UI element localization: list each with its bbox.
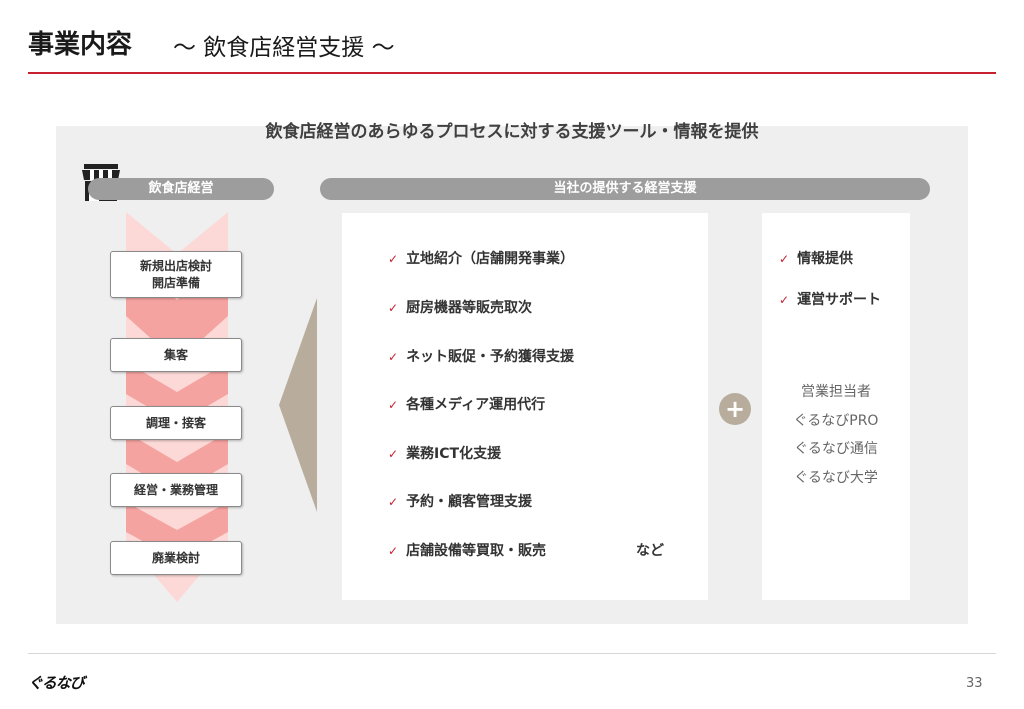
panel-heading: 飲食店経営のあらゆるプロセスに対する支援ツール・情報を提供 (265, 122, 759, 142)
source-gnavi-daigaku: ぐるなび大学 (794, 469, 878, 486)
step-cooking-service: 調理・接客 (110, 406, 242, 440)
service-item: ✓ ネット販促・予約獲得支援 (388, 349, 575, 365)
service-item: ✓ 立地紹介（店舗開発事業） (388, 251, 575, 267)
check-icon: ✓ (388, 350, 399, 364)
check-icon: ✓ (388, 544, 399, 558)
side-item-support: ✓ 運営サポート (779, 292, 882, 308)
info-sources: 営業担当者 ぐるなびPRO ぐるなび通信 ぐるなび大学 (762, 378, 910, 492)
side-item-info: ✓ 情報提供 (779, 251, 854, 267)
source-gnavi-tsushin: ぐるなび通信 (794, 441, 878, 457)
source-gnavi-pro: ぐるなびPRO (793, 412, 879, 429)
page-number: 33 (966, 676, 983, 691)
company-support-label: 当社の提供する経営支援 (320, 178, 930, 200)
step-business-management: 経営・業務管理 (110, 473, 242, 507)
title-divider (28, 72, 996, 74)
step-new-store: 新規出店検討 開店準備 (110, 251, 242, 298)
check-icon: ✓ (388, 398, 399, 412)
check-icon: ✓ (388, 301, 399, 315)
step-closure: 廃業検討 (110, 541, 242, 575)
service-item: ✓ 各種メディア運用代行 (388, 397, 546, 413)
service-item: ✓ 店舗設備等買取・販売 (388, 543, 547, 559)
gurunavi-logo: ぐるなび (28, 674, 85, 692)
check-icon: ✓ (388, 495, 399, 509)
service-item: ✓ 業務ICT化支援 (388, 446, 502, 462)
footer-divider (28, 653, 996, 654)
services-etc: など (636, 543, 664, 559)
restaurant-management-label: 飲食店経営 (88, 178, 274, 200)
step-customer-acquisition: 集客 (110, 338, 242, 372)
plus-icon: + (719, 393, 751, 425)
check-icon: ✓ (779, 252, 790, 266)
service-item: ✓ 厨房機器等販売取次 (388, 300, 533, 316)
check-icon: ✓ (388, 252, 399, 266)
page-title: 事業内容 (28, 30, 133, 60)
source-sales-rep: 営業担当者 (801, 384, 871, 400)
support-arrow (279, 298, 317, 512)
service-item: ✓ 予約・顧客管理支援 (388, 494, 533, 510)
check-icon: ✓ (388, 447, 399, 461)
check-icon: ✓ (779, 293, 790, 307)
page-subtitle: ～ 飲食店経営支援 ～ (173, 35, 395, 61)
